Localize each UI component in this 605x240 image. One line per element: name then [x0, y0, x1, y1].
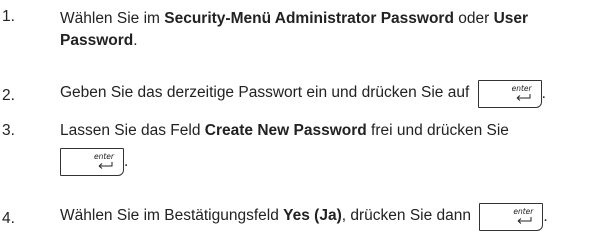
step-text: Lassen Sie das Feld Create New Password … [60, 122, 509, 140]
enter-arrow-icon [516, 94, 531, 101]
text-segment: . [133, 32, 138, 49]
bold-term: Yes (Ja) [283, 207, 342, 225]
text-segment: frei und drücken Sie [366, 122, 509, 139]
text-segment: Geben Sie das derzeitige Passwort ein un… [60, 84, 470, 102]
step-number: 2. [2, 87, 15, 104]
step-text: Wählen Sie im Security-Menü Administrato… [60, 8, 605, 52]
enter-key: enter [477, 80, 542, 108]
text-segment: . [124, 153, 129, 171]
step-number: 1. [2, 8, 15, 25]
text-segment: . [543, 208, 548, 226]
enter-key-label: enter [511, 84, 532, 93]
bold-term: Create New Password [204, 122, 367, 139]
enter-arrow-icon [98, 162, 113, 169]
step-number: 4. [2, 210, 15, 227]
bold-term: Security-Menü Administrator Password [164, 10, 454, 27]
step-text: Geben Sie das derzeitige Passwort ein un… [60, 80, 546, 108]
step-text: Wählen Sie im Bestätigungsfeld Yes (Ja),… [60, 203, 548, 231]
enter-arrow-icon [518, 217, 532, 224]
text-segment: . [541, 85, 546, 103]
text-segment: Wählen Sie im [60, 10, 165, 27]
text-segment: Lassen Sie das Feld [60, 122, 205, 139]
text-segment: , drücken Sie dann [341, 207, 472, 225]
enter-key: enter [479, 203, 544, 231]
enter-key-label: enter [93, 152, 114, 161]
enter-key-label: enter [513, 207, 534, 216]
step-number: 3. [2, 122, 15, 139]
enter-key: enter [60, 148, 124, 176]
text-segment: oder [453, 10, 494, 27]
step-text-continuation: enter . [60, 148, 128, 176]
text-segment: Wählen Sie im Bestätigungsfeld [60, 207, 284, 225]
